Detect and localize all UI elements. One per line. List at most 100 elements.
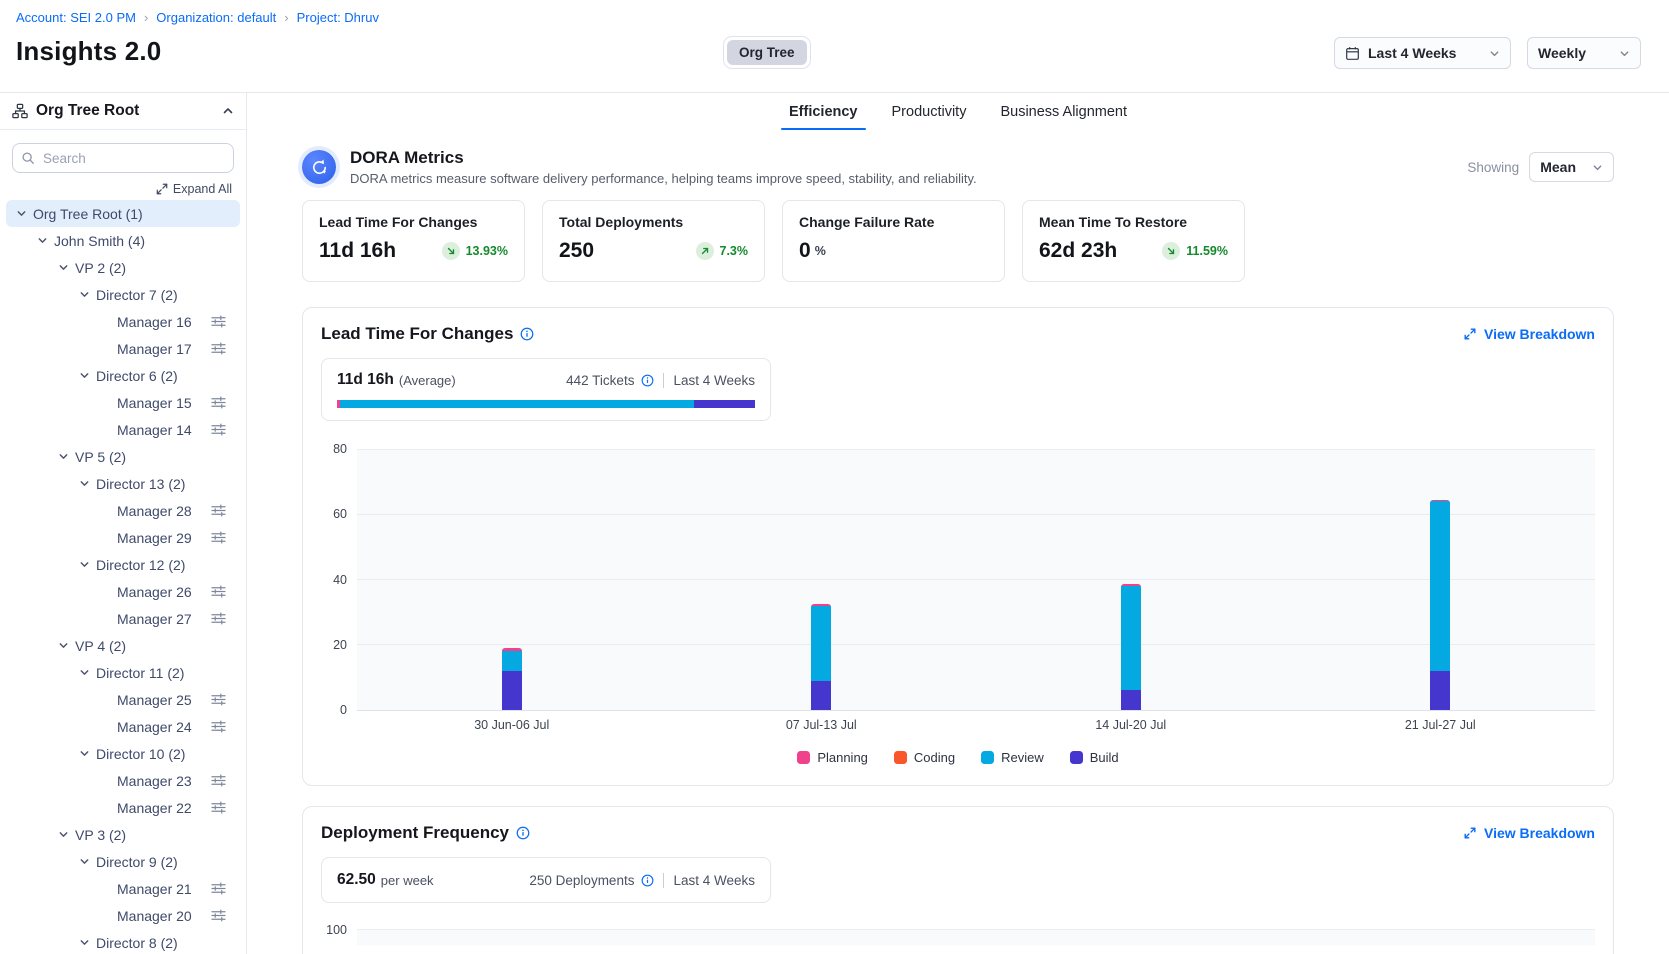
chevron-down-icon[interactable] (58, 640, 75, 651)
tree-item[interactable]: Manager 25 (6, 686, 240, 713)
tree-item[interactable]: VP 3 (2) (6, 821, 240, 848)
chevron-down-icon[interactable] (79, 937, 96, 948)
lead-time-view-breakdown-button[interactable]: View Breakdown (1463, 326, 1595, 342)
tree-item[interactable]: Manager 15 (6, 389, 240, 416)
filters-icon[interactable] (211, 396, 226, 409)
chevron-down-icon[interactable] (37, 235, 54, 246)
tree-item[interactable]: Director 13 (2) (6, 470, 240, 497)
tree-item[interactable]: VP 2 (2) (6, 254, 240, 281)
deployment-plot-area (357, 929, 1595, 945)
legend-item-coding[interactable]: Coding (894, 750, 955, 765)
tree-item[interactable]: Org Tree Root (1) (6, 200, 240, 227)
stacked-bar-week-2[interactable] (811, 604, 831, 710)
lead-time-xaxis: 30 Jun-06 Jul07 Jul-13 Jul14 Jul-20 Jul2… (357, 718, 1595, 736)
legend-item-review[interactable]: Review (981, 750, 1044, 765)
tree-item[interactable]: VP 5 (2) (6, 443, 240, 470)
filters-icon[interactable] (211, 504, 226, 517)
filters-icon[interactable] (211, 882, 226, 895)
filters-icon[interactable] (211, 720, 226, 733)
card-lead-time-for-changes[interactable]: Lead Time For Changes 11d 16h 13.93% (302, 200, 525, 282)
breadcrumb-project-link[interactable]: Project: Dhruv (297, 10, 379, 25)
card-mean-time-to-restore[interactable]: Mean Time To Restore 62d 23h 11.59% (1022, 200, 1245, 282)
tree-item[interactable]: Manager 28 (6, 497, 240, 524)
breadcrumb-account-link[interactable]: Account: SEI 2.0 PM (16, 10, 136, 25)
info-icon[interactable] (641, 374, 654, 387)
tree-item[interactable]: Director 8 (2) (6, 929, 240, 954)
tree-item[interactable]: Manager 24 (6, 713, 240, 740)
breadcrumb-organization-link[interactable]: Organization: default (156, 10, 276, 25)
tab-productivity[interactable]: Productivity (890, 93, 969, 130)
filters-icon[interactable] (211, 315, 226, 328)
filters-icon[interactable] (211, 531, 226, 544)
stacked-bar-week-3[interactable] (1121, 584, 1141, 710)
trend-value: 7.3% (720, 244, 749, 258)
granularity-select[interactable]: Weekly (1527, 37, 1641, 69)
filters-icon[interactable] (211, 801, 226, 814)
card-total-deployments[interactable]: Total Deployments 250 7.3% (542, 200, 765, 282)
card-change-failure-rate[interactable]: Change Failure Rate 0 % (782, 200, 1005, 282)
search-input[interactable] (12, 143, 234, 173)
deployment-summary: 62.50 per week 250 Deployments Last 4 We… (321, 857, 771, 903)
filters-icon[interactable] (211, 774, 226, 787)
tree-item[interactable]: Director 11 (2) (6, 659, 240, 686)
chevron-down-icon[interactable] (79, 748, 96, 759)
y-tick-label: 20 (333, 638, 347, 652)
expand-all-button[interactable]: Expand All (156, 182, 232, 196)
deployments-count: 250 Deployments (529, 873, 634, 888)
tree-item[interactable]: Manager 23 (6, 767, 240, 794)
chevron-down-icon[interactable] (79, 856, 96, 867)
showing-select[interactable]: Mean (1529, 152, 1614, 182)
tree-item-label: Manager 26 (117, 584, 192, 600)
chevron-down-icon[interactable] (79, 289, 96, 300)
tree-item[interactable]: John Smith (4) (6, 227, 240, 254)
tab-efficiency[interactable]: Efficiency (787, 93, 860, 130)
org-tree-toggle-button[interactable]: Org Tree (723, 36, 811, 69)
tree-item[interactable]: VP 4 (2) (6, 632, 240, 659)
chevron-down-icon[interactable] (79, 559, 96, 570)
deployment-view-breakdown-button[interactable]: View Breakdown (1463, 825, 1595, 841)
filters-icon[interactable] (211, 909, 226, 922)
legend-item-build[interactable]: Build (1070, 750, 1119, 765)
chevron-down-icon[interactable] (58, 262, 75, 273)
chevron-down-icon[interactable] (79, 667, 96, 678)
tree-item[interactable]: Director 7 (2) (6, 281, 240, 308)
granularity-value: Weekly (1538, 45, 1586, 61)
filters-icon[interactable] (211, 423, 226, 436)
chevron-down-icon[interactable] (79, 370, 96, 381)
stacked-bar-week-4[interactable] (1430, 500, 1450, 710)
tree-item[interactable]: Director 9 (2) (6, 848, 240, 875)
tree-item[interactable]: Manager 29 (6, 524, 240, 551)
tree-item[interactable]: Manager 16 (6, 308, 240, 335)
tree-item[interactable]: Manager 26 (6, 578, 240, 605)
filters-icon[interactable] (211, 342, 226, 355)
chevron-down-icon[interactable] (79, 478, 96, 489)
chevron-down-icon[interactable] (58, 451, 75, 462)
tree-item[interactable]: Manager 20 (6, 902, 240, 929)
tree-item[interactable]: Manager 17 (6, 335, 240, 362)
tab-label: Business Alignment (1000, 104, 1127, 120)
chevron-down-icon[interactable] (58, 829, 75, 840)
tree-item[interactable]: Director 6 (2) (6, 362, 240, 389)
chevron-down-icon[interactable] (16, 208, 33, 219)
bar-segment-review (1430, 501, 1450, 671)
tree-item[interactable]: Director 10 (2) (6, 740, 240, 767)
tree-item[interactable]: Manager 14 (6, 416, 240, 443)
filters-icon[interactable] (211, 612, 226, 625)
legend-item-planning[interactable]: Planning (797, 750, 868, 765)
collapse-panel-icon[interactable] (222, 105, 234, 117)
tree-item[interactable]: Director 12 (2) (6, 551, 240, 578)
tree-item[interactable]: Manager 27 (6, 605, 240, 632)
stacked-bar-week-1[interactable] (502, 648, 522, 710)
org-tree-sidebar: Org Tree Root Expand All Org Tree Root (… (0, 93, 247, 954)
tree-item[interactable]: Manager 22 (6, 794, 240, 821)
deployment-rate-value: 62.50 (337, 871, 376, 889)
info-icon[interactable] (641, 874, 654, 887)
tab-business-alignment[interactable]: Business Alignment (998, 93, 1129, 130)
y-tick-label: 100 (321, 923, 357, 939)
info-icon[interactable] (520, 327, 534, 341)
date-range-select[interactable]: Last 4 Weeks (1334, 37, 1511, 69)
filters-icon[interactable] (211, 585, 226, 598)
tree-item[interactable]: Manager 21 (6, 875, 240, 902)
info-icon[interactable] (516, 826, 530, 840)
filters-icon[interactable] (211, 693, 226, 706)
